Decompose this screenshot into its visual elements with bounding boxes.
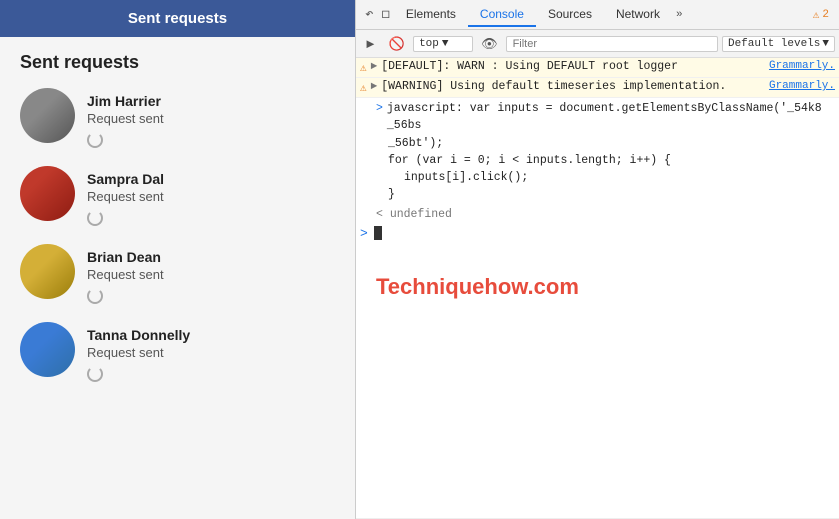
expand-icon[interactable]: ► <box>371 81 378 93</box>
code-text: } <box>376 186 395 203</box>
request-status: Request sent <box>87 267 164 282</box>
expand-icon[interactable]: ► <box>371 61 378 73</box>
section-title: Sent requests <box>20 52 335 73</box>
item-details: Brian Dean Request sent <box>87 244 164 304</box>
avatar <box>20 166 75 221</box>
list-item: Jim Harrier Request sent <box>20 88 335 148</box>
source-link[interactable]: Grammarly. <box>769 60 835 72</box>
item-details: Tanna Donnelly Request sent <box>87 322 190 382</box>
watermark: Techniquehow.com <box>356 244 839 320</box>
warn-count: 2 <box>822 9 829 21</box>
tab-sources[interactable]: Sources <box>536 3 604 27</box>
source-link[interactable]: Grammarly. <box>769 80 835 92</box>
avatar <box>20 322 75 377</box>
request-status: Request sent <box>87 111 164 126</box>
warn-badge: ⚠ 2 <box>813 8 834 22</box>
left-panel: Sent requests Sent requests Jim Harrier … <box>0 0 355 519</box>
code-text: for (var i = 0; i < inputs.length; i++) … <box>376 152 671 169</box>
left-header: Sent requests <box>0 0 355 37</box>
code-block: > javascript: var inputs = document.getE… <box>356 98 839 206</box>
context-selector[interactable]: top ▼ <box>413 36 473 52</box>
default-levels-selector[interactable]: Default levels ▼ <box>722 36 835 52</box>
loading-spinner <box>87 132 103 148</box>
tab-network[interactable]: Network <box>604 3 672 27</box>
header-title: Sent requests <box>128 10 227 27</box>
avatar <box>20 244 75 299</box>
context-label: top <box>419 38 439 50</box>
loading-spinner <box>87 210 103 226</box>
devtools-panel: ↶ ◻ Elements Console Sources Network » ⚠… <box>355 0 839 519</box>
code-line: for (var i = 0; i < inputs.length; i++) … <box>376 152 835 169</box>
prompt-chevron-icon: > <box>360 226 368 241</box>
console-warn-line: ⚠ ► [WARNING] Using default timeseries i… <box>356 78 839 98</box>
watermark-text: Techniquehow.com <box>376 274 579 299</box>
loading-spinner <box>87 288 103 304</box>
devtools-toolbar: ► 🚫 top ▼ 👁 Default levels ▼ <box>356 30 839 58</box>
devtools-topbar: ↶ ◻ Elements Console Sources Network » ⚠… <box>356 0 839 30</box>
list-item: Sampra Dal Request sent <box>20 166 335 226</box>
item-details: Sampra Dal Request sent <box>87 166 164 226</box>
chevron-down-icon: ▼ <box>442 38 449 50</box>
chevron-down-icon: ▼ <box>822 38 829 50</box>
code-text: javascript: var inputs = document.getEle… <box>387 100 835 135</box>
undefined-text: undefined <box>390 208 452 221</box>
default-levels-label: Default levels <box>728 38 820 50</box>
loading-spinner <box>87 366 103 382</box>
request-status: Request sent <box>87 345 190 360</box>
person-name: Brian Dean <box>87 249 164 265</box>
prompt-line[interactable]: > <box>356 223 839 244</box>
prompt-symbol: > <box>376 100 383 135</box>
warn-triangle-icon: ⚠ <box>813 8 820 22</box>
left-content: Sent requests Jim Harrier Request sent S… <box>0 37 355 519</box>
execute-button[interactable]: ► <box>360 34 381 53</box>
device-icon[interactable]: ◻ <box>377 6 393 23</box>
warn-icon: ⚠ <box>360 81 367 95</box>
code-line: inputs[i].click(); <box>376 169 835 186</box>
list-item: Tanna Donnelly Request sent <box>20 322 335 382</box>
console-text: [WARNING] Using default timeseries imple… <box>381 80 761 93</box>
list-item: Brian Dean Request sent <box>20 244 335 304</box>
code-text: inputs[i].click(); <box>376 169 528 186</box>
item-details: Jim Harrier Request sent <box>87 88 164 148</box>
person-name: Jim Harrier <box>87 93 164 109</box>
person-name: Tanna Donnelly <box>87 327 190 343</box>
cursor <box>374 226 382 240</box>
cursor-icon[interactable]: ↶ <box>361 6 377 23</box>
console-output[interactable]: ⚠ ► [DEFAULT]: WARN : Using DEFAULT root… <box>356 58 839 519</box>
undefined-output: < undefined <box>356 206 839 223</box>
filter-input[interactable] <box>506 36 718 52</box>
clear-console-button[interactable]: 🚫 <box>385 34 409 54</box>
tab-elements[interactable]: Elements <box>394 3 468 27</box>
code-line: } <box>376 186 835 203</box>
code-line: _56bt'); <box>376 135 835 152</box>
left-chevron-icon: < <box>376 208 383 221</box>
code-line: > javascript: var inputs = document.getE… <box>376 100 835 135</box>
console-text: [DEFAULT]: WARN : Using DEFAULT root log… <box>381 60 761 73</box>
code-text: _56bt'); <box>376 135 443 152</box>
avatar <box>20 88 75 143</box>
person-name: Sampra Dal <box>87 171 164 187</box>
request-status: Request sent <box>87 189 164 204</box>
tab-console[interactable]: Console <box>468 3 536 27</box>
console-warn-line: ⚠ ► [DEFAULT]: WARN : Using DEFAULT root… <box>356 58 839 78</box>
eye-icon[interactable]: 👁 <box>477 34 502 54</box>
more-tabs-icon[interactable]: » <box>672 9 687 21</box>
warn-icon: ⚠ <box>360 61 367 75</box>
